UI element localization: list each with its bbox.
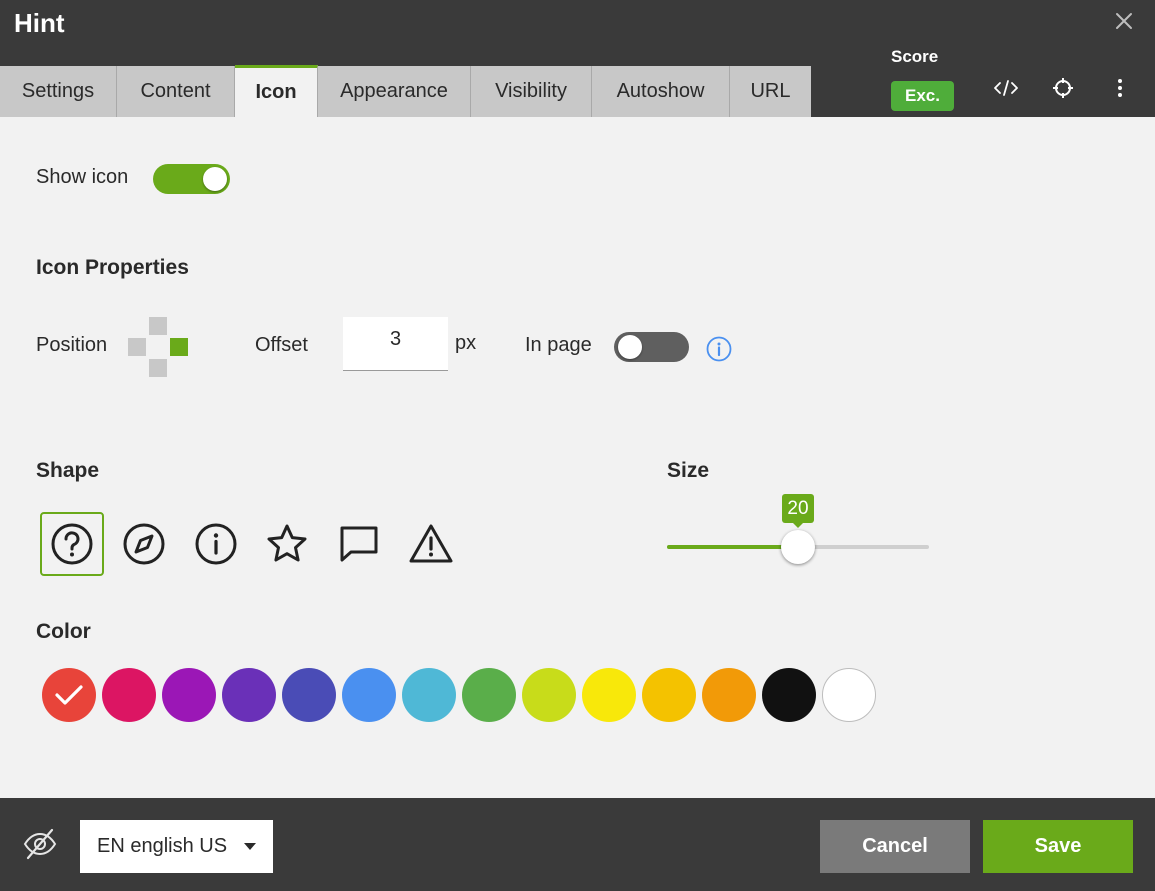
dialog-title: Hint xyxy=(14,8,65,38)
color-swatch[interactable] xyxy=(642,668,696,722)
size-slider-thumb[interactable] xyxy=(781,530,815,564)
color-swatch[interactable] xyxy=(522,668,576,722)
position-label: Position xyxy=(36,334,108,356)
question-circle-icon xyxy=(51,523,93,565)
crosshair-icon[interactable] xyxy=(1049,74,1077,102)
tab-content[interactable]: Content xyxy=(117,66,235,117)
language-select[interactable]: EN english US xyxy=(80,820,273,873)
color-swatch[interactable] xyxy=(222,668,276,722)
close-icon[interactable] xyxy=(1113,10,1135,32)
language-select-value: EN english US xyxy=(97,835,228,857)
icon-properties-heading: Icon Properties xyxy=(36,256,189,279)
save-button[interactable]: Save xyxy=(983,820,1133,873)
color-swatch[interactable] xyxy=(342,668,396,722)
tab-settings[interactable]: Settings xyxy=(0,66,117,117)
color-swatch[interactable] xyxy=(822,668,876,722)
size-slider-fill xyxy=(667,545,798,549)
tab-visibility[interactable]: Visibility xyxy=(471,66,592,117)
shape-question-circle[interactable] xyxy=(40,512,104,576)
color-swatch[interactable] xyxy=(162,668,216,722)
toggle-knob xyxy=(618,335,642,359)
tab-appearance[interactable]: Appearance xyxy=(318,66,471,117)
in-page-label: In page xyxy=(525,334,592,356)
size-heading: Size xyxy=(667,459,710,482)
shape-warning-triangle[interactable] xyxy=(399,512,463,576)
info-circle-icon xyxy=(195,523,237,565)
color-swatch[interactable] xyxy=(102,668,156,722)
offset-unit: px xyxy=(455,332,477,354)
dialog-header: Hint Settings Content Icon Appearance Vi… xyxy=(0,0,1155,117)
tab-url[interactable]: URL xyxy=(730,66,811,117)
show-icon-toggle[interactable] xyxy=(153,164,230,194)
shape-compass[interactable] xyxy=(112,512,176,576)
toggle-knob xyxy=(203,167,227,191)
position-left[interactable] xyxy=(128,338,146,356)
position-top[interactable] xyxy=(149,317,167,335)
shape-star[interactable] xyxy=(255,512,319,576)
offset-label: Offset xyxy=(255,334,308,356)
size-value-bubble: 20 xyxy=(782,494,814,528)
in-page-toggle[interactable] xyxy=(614,332,689,362)
color-swatch[interactable] xyxy=(462,668,516,722)
shape-speech-bubble[interactable] xyxy=(327,512,391,576)
caret-down-icon xyxy=(244,843,256,850)
star-icon xyxy=(267,524,307,562)
more-vertical-icon[interactable] xyxy=(1106,74,1134,102)
check-icon xyxy=(55,685,83,705)
color-swatch[interactable] xyxy=(42,668,96,722)
color-heading: Color xyxy=(36,620,91,643)
tab-icon[interactable]: Icon xyxy=(235,65,318,117)
score-badge: Exc. xyxy=(891,81,954,111)
dialog-footer: EN english US Cancel Save xyxy=(0,798,1155,891)
color-swatch[interactable] xyxy=(282,668,336,722)
color-swatch[interactable] xyxy=(702,668,756,722)
color-swatch[interactable] xyxy=(582,668,636,722)
position-picker xyxy=(128,317,188,377)
show-icon-label: Show icon xyxy=(36,166,129,188)
warning-triangle-icon xyxy=(409,524,453,563)
cancel-button[interactable]: Cancel xyxy=(820,820,970,873)
offset-input[interactable] xyxy=(343,317,448,371)
info-icon[interactable] xyxy=(706,336,732,362)
tab-autoshow[interactable]: Autoshow xyxy=(592,66,730,117)
tab-bar: Settings Content Icon Appearance Visibil… xyxy=(0,65,811,117)
position-bottom[interactable] xyxy=(149,359,167,377)
position-right[interactable] xyxy=(170,338,188,356)
speech-bubble-icon xyxy=(340,526,378,562)
score-label: Score xyxy=(891,47,939,66)
shape-info-circle[interactable] xyxy=(184,512,248,576)
color-swatch[interactable] xyxy=(402,668,456,722)
eye-off-icon[interactable] xyxy=(22,826,58,862)
shape-heading: Shape xyxy=(36,459,100,482)
compass-icon xyxy=(123,523,165,565)
code-icon[interactable] xyxy=(992,74,1020,102)
color-swatch[interactable] xyxy=(762,668,816,722)
color-swatches xyxy=(42,668,882,722)
